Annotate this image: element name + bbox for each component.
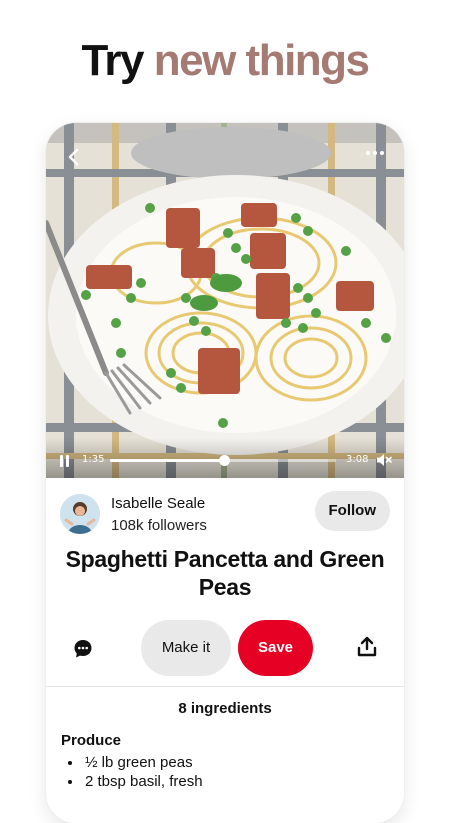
more-dot-icon bbox=[373, 151, 377, 155]
comment-icon[interactable] bbox=[72, 638, 94, 660]
list-item: 2 tbsp basil, fresh bbox=[83, 772, 203, 791]
action-bar: Make it Save bbox=[46, 620, 404, 678]
scrubber-progress bbox=[110, 459, 225, 462]
headline-word-2: new things bbox=[153, 36, 370, 85]
video-scrubber[interactable] bbox=[110, 455, 336, 466]
divider bbox=[46, 686, 404, 687]
follow-button[interactable]: Follow bbox=[314, 491, 390, 531]
headline: Try new things bbox=[0, 36, 450, 86]
duration-time: 3:08 bbox=[346, 454, 369, 465]
make-it-button[interactable]: Make it bbox=[141, 620, 231, 676]
more-dot-icon bbox=[366, 151, 370, 155]
list-item: ½ lb green peas bbox=[83, 753, 203, 772]
pin-card: 1:35 3:08 Isabelle Seale 108k followers … bbox=[46, 123, 404, 823]
headline-word-1: Try bbox=[81, 36, 144, 85]
more-options-button[interactable] bbox=[366, 151, 384, 155]
current-time: 1:35 bbox=[82, 454, 105, 465]
pause-icon[interactable] bbox=[60, 455, 70, 467]
food-photo bbox=[46, 123, 404, 478]
chevron-left-icon bbox=[68, 148, 79, 166]
author-row: Isabelle Seale 108k followers Follow bbox=[60, 491, 390, 537]
author-name[interactable]: Isabelle Seale bbox=[111, 495, 205, 512]
follower-count: 108k followers bbox=[111, 517, 207, 534]
more-dot-icon bbox=[380, 151, 384, 155]
ingredient-count: 8 ingredients bbox=[178, 700, 272, 717]
scrubber-handle[interactable] bbox=[219, 455, 231, 466]
video-player[interactable]: 1:35 3:08 bbox=[46, 123, 404, 478]
ingredient-list: ½ lb green peas 2 tbsp basil, fresh bbox=[61, 753, 203, 791]
video-controls: 1:35 3:08 bbox=[46, 438, 404, 478]
share-icon[interactable] bbox=[357, 636, 377, 658]
avatar[interactable] bbox=[60, 494, 100, 534]
pin-title: Spaghetti Pancetta and Green Peas bbox=[65, 546, 385, 600]
ingredient-section-title: Produce bbox=[61, 732, 122, 749]
mute-icon[interactable] bbox=[376, 453, 392, 467]
save-button[interactable]: Save bbox=[238, 620, 313, 676]
back-button[interactable] bbox=[64, 147, 84, 167]
